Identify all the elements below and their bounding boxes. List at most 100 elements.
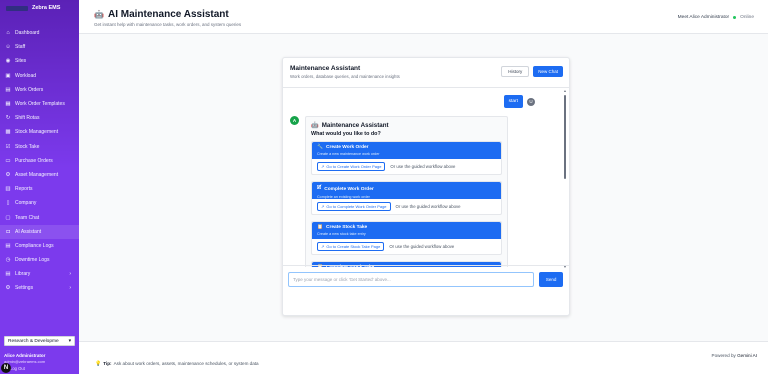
sidebar-item-label: Dashboard	[15, 30, 40, 37]
box-icon: ▩	[5, 129, 11, 136]
shield-icon: ▤	[5, 242, 11, 249]
chart-icon: ▥	[5, 186, 11, 193]
sidebar-item-workload[interactable]: ▣ Workload	[0, 69, 79, 83]
option-description: Create a new stock take entry	[317, 232, 366, 236]
option-title-text: Create Stock Take	[325, 225, 368, 230]
sidebar-item-team-chat[interactable]: ▢ Team Chat	[0, 210, 79, 224]
header-left: 🤖 AI Maintenance Assistant Get instant h…	[94, 9, 241, 33]
assistant-question: What would you like to do?	[311, 131, 381, 137]
sidebar-item-asset-management[interactable]: ⚙ Asset Management	[0, 168, 79, 182]
sidebar-item-label: Company	[15, 200, 37, 207]
option-header[interactable]: 🗹 Complete Work Order Complete an existing…	[312, 182, 501, 199]
option-card-create-work-order[interactable]: 🔧 Create Work Order Create a new maintenan…	[311, 141, 502, 175]
home-icon: ⌂	[6, 30, 10, 37]
sidebar-item-staff[interactable]: ☺ Staff	[0, 40, 79, 54]
sidebar-item-work-orders[interactable]: ▤ Work Orders	[0, 83, 79, 97]
sidebar-item-ai-assistant[interactable]: ◘ AI Assistant	[0, 224, 79, 239]
user-block: Alice Administrator admin@zebraems.com L…	[0, 346, 79, 374]
option-header[interactable]: 🔧 Create Work Order Create a new maintenan…	[312, 142, 501, 159]
sidebar-item-compliance-logs[interactable]: ▤ Compliance Logs	[0, 239, 79, 253]
sidebar-item-dashboard[interactable]: ⌂ Dashboard	[0, 26, 79, 40]
page-title: 🤖 AI Maintenance Assistant	[94, 9, 241, 20]
option-title-text: Complete Work Order	[324, 186, 374, 192]
online-dot-icon	[733, 16, 737, 19]
option-icon: 🗹	[317, 186, 322, 191]
option-title-text: Create Work Order	[325, 145, 369, 150]
sidebar-item-stock-management[interactable]: ▩ Stock Management	[0, 125, 79, 139]
external-link-icon: ↗	[321, 164, 325, 169]
sidebar-item-label: Team Chat	[15, 214, 40, 221]
sidebar-item-sites[interactable]: ◉ Sites	[0, 54, 79, 68]
robot-icon: 🤖	[311, 122, 319, 129]
assistant-title: 🤖 Maintenance Assistant	[311, 121, 502, 130]
sidebar-item-label: Workload	[15, 72, 37, 79]
option-header[interactable]: 📋 Create Stock Take Create a new stock tak…	[312, 222, 501, 239]
history-button[interactable]: History	[501, 66, 530, 77]
send-button[interactable]: Send	[539, 272, 563, 287]
go-to-page-label: Go to Create Stock Take Page	[326, 244, 381, 249]
clipboard-icon: ▤	[5, 86, 11, 93]
sidebar-item-label: Stock Take	[15, 143, 40, 150]
message-scrollbar[interactable]: ▲ ▼	[563, 89, 567, 269]
checklist-icon: ☑	[5, 143, 11, 150]
go-to-page-button[interactable]: ↗ Go to Create Stock Take Page	[317, 242, 385, 251]
new-chat-button[interactable]: New Chat	[533, 66, 563, 77]
sidebar-item-downtime-logs[interactable]: ◷ Downtime Logs	[0, 253, 79, 267]
map-pin-icon: ◉	[5, 58, 11, 65]
option-body: ↗ Go to Complete Work Order Page Or use th…	[312, 199, 501, 214]
option-card-complete-work-order[interactable]: 🗹 Complete Work Order Complete an existing…	[311, 181, 502, 215]
logout-link[interactable]: Log Out	[4, 366, 75, 371]
user-message: start U	[503, 95, 535, 108]
powered-prefix: Powered by	[711, 353, 736, 358]
online-status: Online	[740, 15, 754, 20]
chevron-down-icon: ▾	[68, 338, 71, 344]
go-to-page-button[interactable]: ↗ Go to Complete Work Order Page	[317, 202, 391, 211]
clock-icon: ◷	[5, 257, 11, 264]
chat-icon: ▢	[5, 214, 11, 221]
option-hint: Or use the guided workflow above	[390, 164, 456, 169]
sidebar-item-shift-rotas[interactable]: ↻ Shift Rotas	[0, 111, 79, 125]
assistant-title-text: Maintenance Assistant	[321, 121, 389, 129]
sidebar-item-reports[interactable]: ▥ Reports	[0, 182, 79, 196]
scroll-thumb[interactable]	[564, 95, 566, 179]
chat-title: Maintenance Assistant	[290, 65, 361, 72]
sidebar-item-label: Library	[15, 271, 31, 278]
chat-card-header: Maintenance Assistant Work orders, datab…	[283, 58, 569, 88]
organization-select[interactable]: Research & Developme ▾	[4, 336, 75, 346]
brand-logo	[6, 5, 28, 11]
scroll-up-icon[interactable]: ▲	[563, 89, 567, 93]
brand[interactable]: Zebra EMS	[0, 0, 79, 16]
chat-subtitle: Work orders, database queries, and maint…	[290, 74, 400, 79]
sidebar-item-stock-take[interactable]: ☑ Stock Take	[0, 140, 79, 154]
chat-card: Maintenance Assistant Work orders, datab…	[282, 57, 570, 316]
option-icon: 🔧	[317, 145, 323, 150]
option-body: ↗ Go to Create Stock Take Page Or use the …	[312, 239, 501, 254]
sidebar-item-work-order-templates[interactable]: ▦ Work Order Templates	[0, 97, 79, 111]
n-badge-icon[interactable]: N	[1, 363, 11, 373]
page-header: 🤖 AI Maintenance Assistant Get instant h…	[79, 0, 768, 34]
user-email: admin@zebraems.com	[4, 359, 46, 364]
option-card-create-stock-take[interactable]: 📋 Create Stock Take Create a new stock tak…	[311, 221, 502, 255]
content: Maintenance Assistant Work orders, datab…	[79, 34, 768, 374]
composer: Send	[283, 265, 569, 315]
brand-name: Zebra EMS	[32, 5, 61, 11]
option-title: 🔧 Create Work Order	[317, 145, 496, 150]
user-greeting: Meet Alice Administrator	[677, 15, 730, 20]
go-to-page-button[interactable]: ↗ Go to Create Work Order Page	[317, 162, 386, 171]
refresh-icon: ↻	[5, 115, 11, 122]
sidebar-item-purchase-orders[interactable]: ▭ Purchase Orders	[0, 154, 79, 168]
option-hint: Or use the guided workflow above	[395, 204, 461, 209]
sidebar-item-settings[interactable]: ⚙ Settings ›	[0, 281, 79, 295]
chat-header-buttons: History New Chat	[501, 66, 563, 87]
sidebar: Zebra EMS ⌂ Dashboard ☺ Staff ◉ Sites ▣ Workloa…	[0, 0, 79, 374]
sidebar-item-library[interactable]: ▤ Library ›	[0, 267, 79, 281]
sidebar-item-label: Work Orders	[15, 86, 44, 93]
users-icon: ☺	[5, 44, 11, 51]
sidebar-item-label: AI Assistant	[15, 228, 42, 235]
robot-icon: ◘	[6, 228, 10, 235]
message-input[interactable]	[288, 272, 535, 287]
external-link-icon: ↗	[321, 244, 325, 249]
sidebar-item-company[interactable]: ▯ Company	[0, 196, 79, 210]
briefcase-icon: ▣	[5, 72, 11, 79]
page-subtitle: Get instant help with maintenance tasks,…	[94, 22, 242, 27]
